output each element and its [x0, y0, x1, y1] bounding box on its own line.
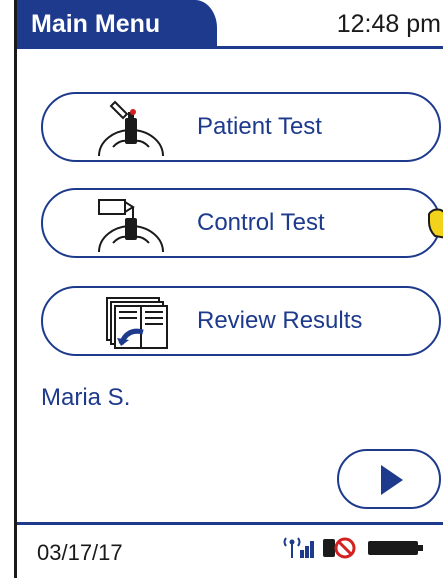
header-divider	[17, 46, 443, 49]
signal-icon	[283, 537, 314, 558]
battery-icon	[368, 541, 423, 555]
patient-test-label: Patient Test	[197, 113, 322, 140]
no-battery-icon	[323, 537, 356, 559]
patient-test-icon	[98, 100, 164, 157]
page-title: Main Menu	[17, 0, 217, 48]
review-results-button[interactable]: Review Results	[41, 286, 441, 356]
control-test-icon	[98, 199, 164, 253]
patient-test-button[interactable]: Patient Test	[41, 92, 441, 162]
control-test-button[interactable]: Control Test	[41, 188, 441, 258]
pointer-icon	[428, 208, 443, 239]
footer-divider	[17, 522, 443, 525]
header: Main Menu 12:48 pm	[17, 0, 443, 48]
user-name: Maria S.	[41, 384, 131, 411]
clock: 12:48 pm	[336, 10, 441, 38]
review-results-label: Review Results	[197, 307, 363, 334]
arrow-right-icon	[381, 465, 403, 495]
next-button[interactable]	[337, 449, 441, 509]
device-screen: Main Menu 12:48 pm Patient Test Control …	[14, 0, 443, 578]
date: 03/17/17	[37, 540, 123, 565]
control-test-label: Control Test	[197, 209, 325, 236]
review-results-icon	[106, 297, 168, 349]
